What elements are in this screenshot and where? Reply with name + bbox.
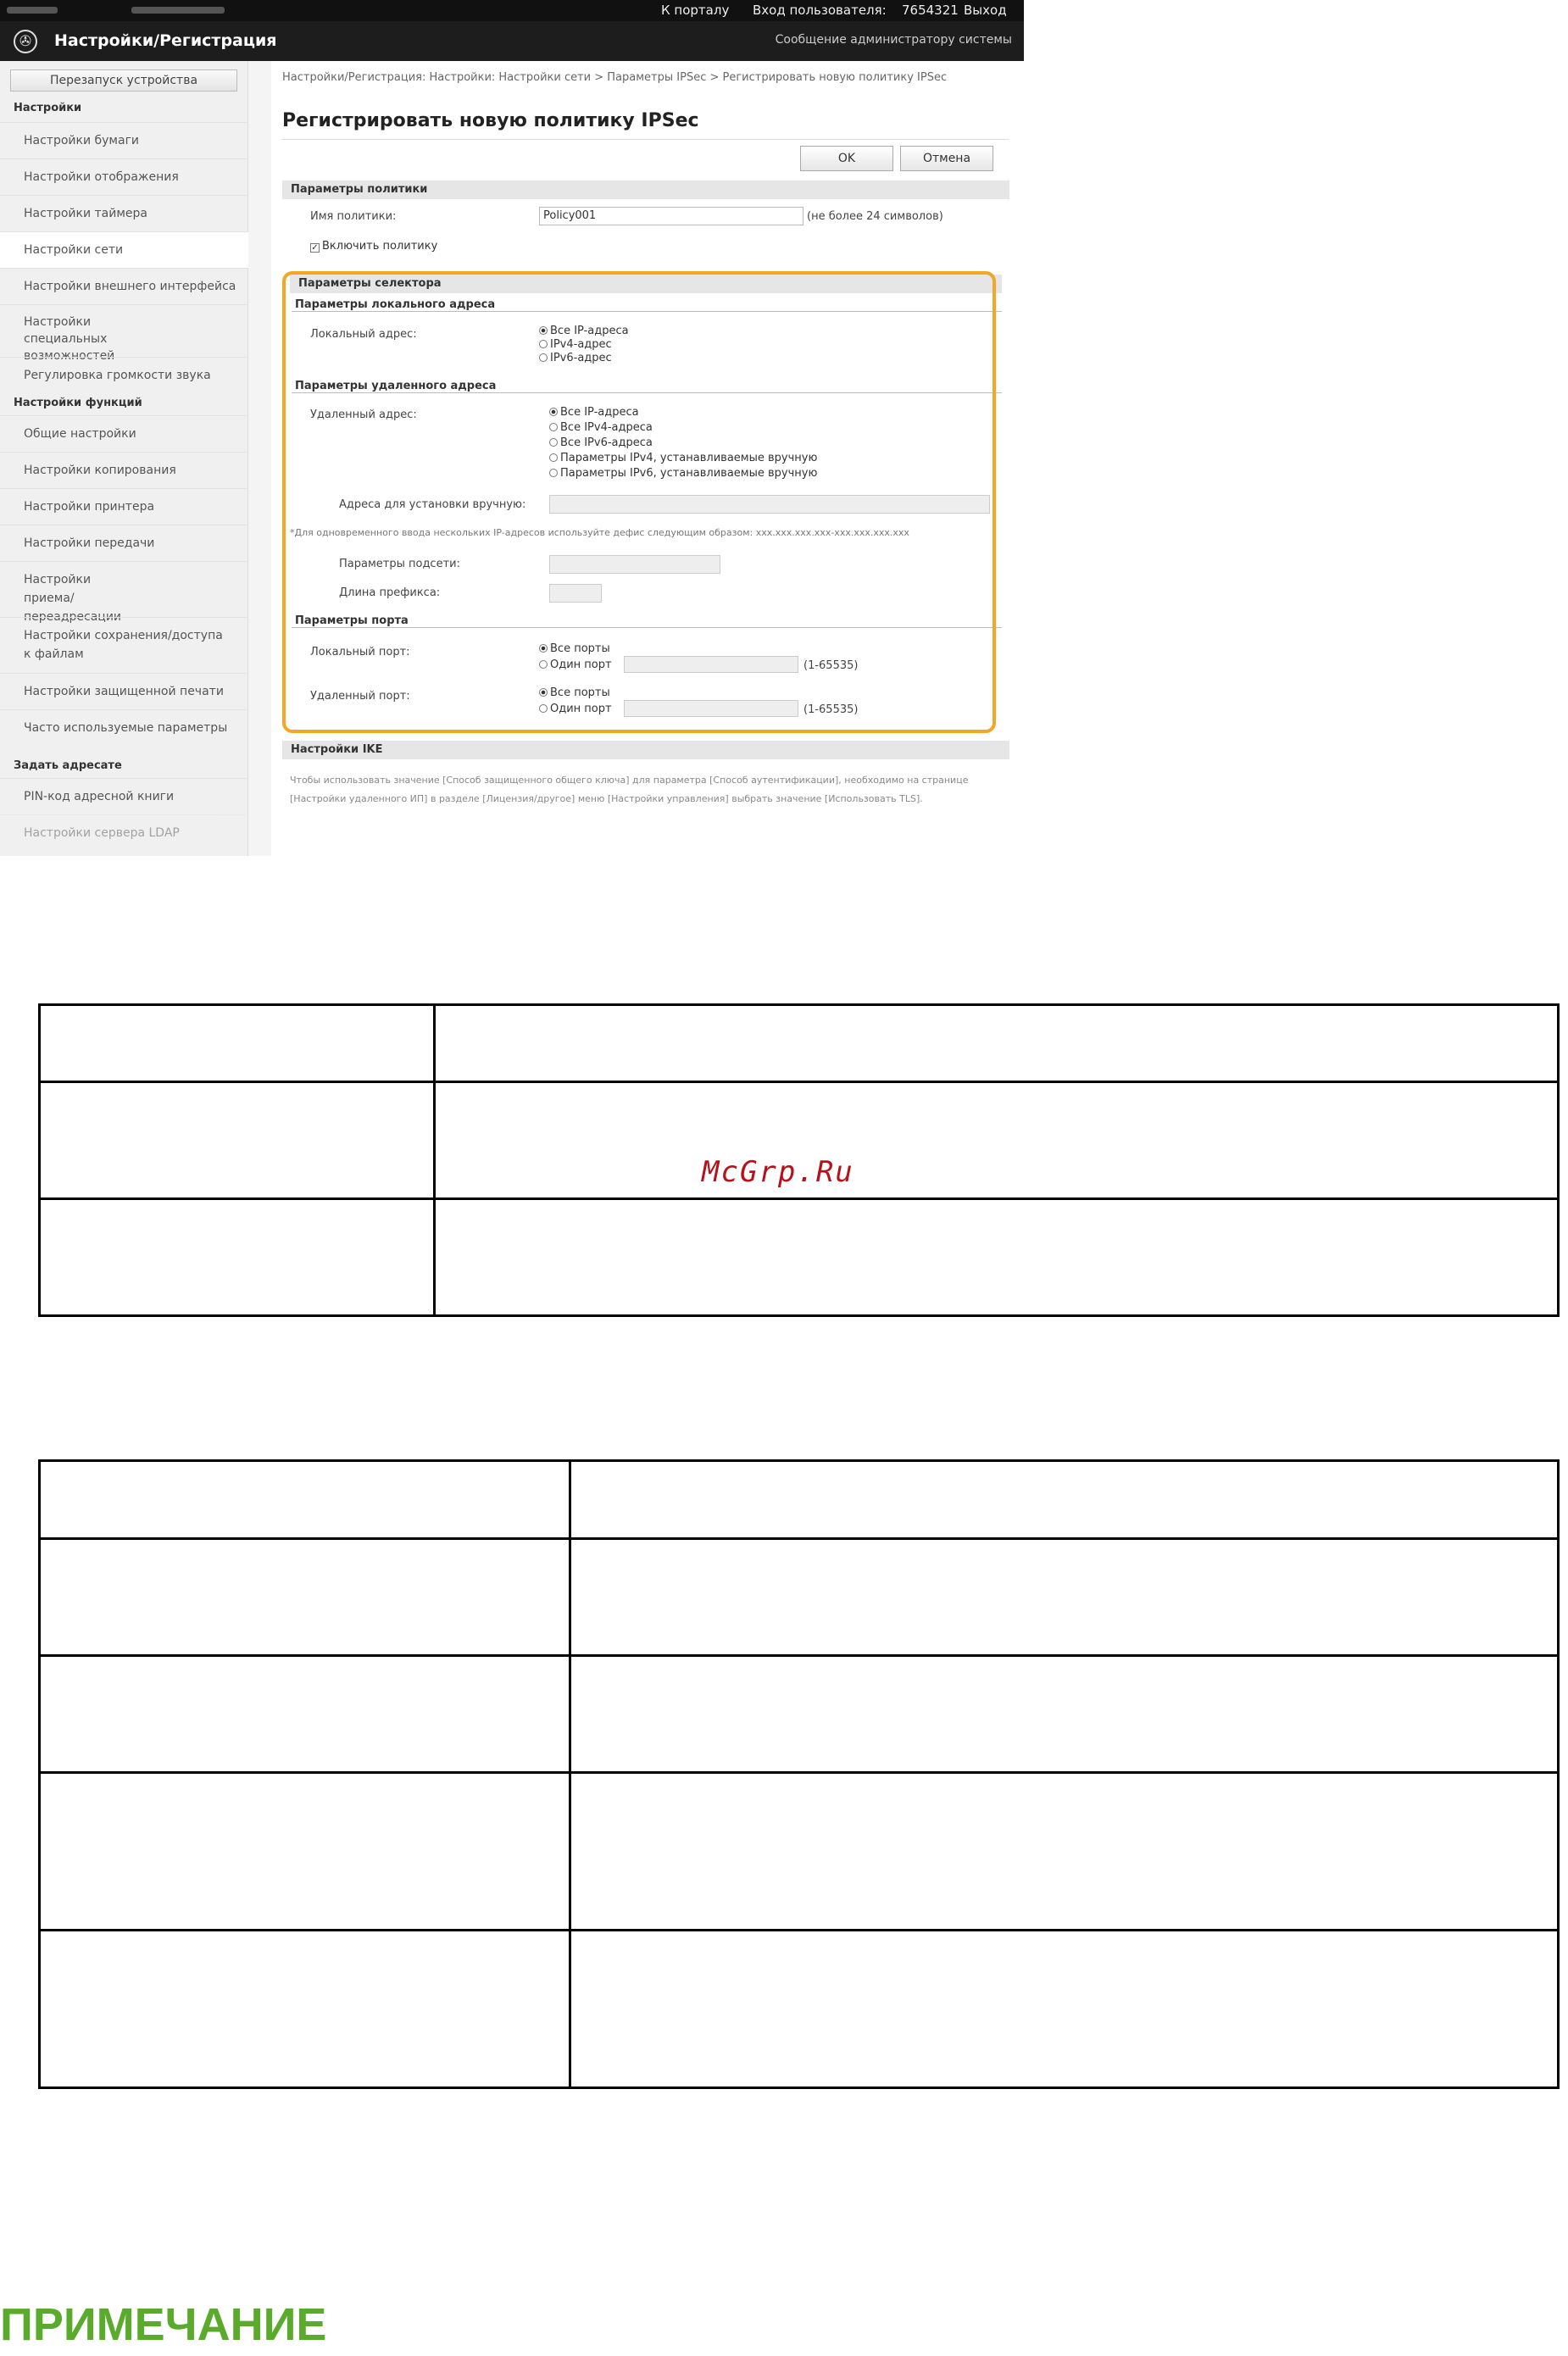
ok-button[interactable]: OK <box>800 146 893 171</box>
enable-policy-label: Включить политику <box>322 240 438 253</box>
table-cell <box>433 1003 1560 1083</box>
sidebar-item-send[interactable]: Настройки передачи <box>0 525 248 561</box>
table-row <box>38 1459 1560 1540</box>
table-cell <box>38 1197 436 1317</box>
blurred-text <box>7 7 58 14</box>
sidebar-item-printer[interactable]: Настройки принтера <box>0 488 248 525</box>
table-row <box>38 1003 1560 1083</box>
sidebar: Перезапуск устройства Настройки Настройк… <box>0 61 248 856</box>
policy-name-hint: (не более 24 символов) <box>807 210 943 223</box>
sidebar-item-paper[interactable]: Настройки бумаги <box>0 122 248 158</box>
table-row <box>38 1929 1560 2089</box>
ike-description: Чтобы использовать значение [Способ защи… <box>290 775 969 804</box>
policy-name-label: Имя политики: <box>310 210 397 223</box>
policy-name-input[interactable]: Policy001 <box>539 207 803 225</box>
login-label: Вход пользователя: <box>753 3 887 18</box>
sidebar-item-copy[interactable]: Настройки копирования <box>0 452 248 488</box>
user-id: 7654321 <box>902 3 959 18</box>
enable-policy-checkbox[interactable]: ✓ Включить политику <box>310 240 437 253</box>
selector-highlight-frame <box>282 271 996 733</box>
note-heading: ПРИМЕЧАНИЕ <box>0 2299 327 2350</box>
table-cell <box>38 1654 571 1774</box>
table-2 <box>38 1459 1560 2089</box>
table-cell <box>569 1929 1560 2089</box>
sidebar-category-functions: Настройки функций <box>14 397 142 409</box>
table-cell <box>38 1537 571 1657</box>
table-row <box>38 1197 1560 1317</box>
table-cell <box>38 1003 436 1083</box>
table-cell <box>569 1771 1560 1931</box>
sidebar-item-volume[interactable]: Регулировка громкости звука <box>0 357 248 393</box>
sidebar-item-accessibility[interactable]: Настройки специальных возможностей <box>0 304 248 363</box>
table-cell <box>433 1081 1560 1200</box>
cancel-button[interactable]: Отмена <box>900 146 993 171</box>
sidebar-category-address: Задать адресате <box>14 759 122 772</box>
sidebar-item-ldap[interactable]: Настройки сервера LDAP <box>0 814 248 851</box>
table-cell <box>38 1459 571 1540</box>
sidebar-item-address-pin[interactable]: PIN-код адресной книги <box>0 778 248 814</box>
table-cell <box>569 1459 1560 1540</box>
sidebar-item-external-interface[interactable]: Настройки внешнего интерфейса <box>0 268 248 304</box>
breadcrumb: Настройки/Регистрация: Настройки: Настро… <box>282 71 948 84</box>
table-row <box>38 1771 1560 1931</box>
table-row <box>38 1537 1560 1657</box>
sidebar-item-timer[interactable]: Настройки таймера <box>0 195 248 231</box>
policy-section-header: Параметры политики <box>282 181 1009 199</box>
sidebar-item-store-access[interactable]: Настройки сохранения/доступа к файлам <box>0 617 248 673</box>
sidebar-item-secure-print[interactable]: Настройки защищенной печати <box>0 673 248 709</box>
table-cell <box>569 1654 1560 1774</box>
sidebar-item-general[interactable]: Общие настройки <box>0 415 248 452</box>
admin-message-link[interactable]: Сообщение администратору системы <box>776 33 1012 47</box>
table-row <box>38 1654 1560 1774</box>
top-bar: К порталу Вход пользователя: 7654321 Вых… <box>0 0 1024 21</box>
watermark: McGrp.Ru <box>702 1155 854 1189</box>
canon-logo-icon: ✇ <box>14 30 37 53</box>
logout-link[interactable]: Выход <box>964 3 1007 18</box>
page-title: Регистрировать новую политику IPSec <box>282 110 699 131</box>
table-cell <box>38 1771 571 1931</box>
sidebar-category-settings: Настройки <box>14 102 82 114</box>
sidebar-item-favorites[interactable]: Часто используемые параметры <box>0 709 248 746</box>
table-cell <box>38 1929 571 2089</box>
reboot-button[interactable]: Перезапуск устройства <box>10 69 237 92</box>
sidebar-item-display[interactable]: Настройки отображения <box>0 158 248 195</box>
ui-screenshot: К порталу Вход пользователя: 7654321 Вых… <box>0 0 1024 856</box>
divider <box>282 139 1009 140</box>
sidebar-item-network[interactable]: Настройки сети <box>0 231 248 268</box>
ike-section-header: Настройки IKE <box>282 741 1009 759</box>
sidebar-item-receive[interactable]: Настройки приема/переадресации <box>0 561 248 624</box>
portal-link[interactable]: К порталу <box>661 3 729 18</box>
app-header: ✇ Настройки/Регистрация Сообщение админи… <box>0 21 1024 61</box>
checkmark-icon: ✓ <box>310 243 320 253</box>
table-cell <box>38 1081 436 1200</box>
table-cell <box>569 1537 1560 1657</box>
blurred-text <box>131 7 225 14</box>
table-cell <box>433 1197 1560 1317</box>
app-title: Настройки/Регистрация <box>54 31 277 50</box>
